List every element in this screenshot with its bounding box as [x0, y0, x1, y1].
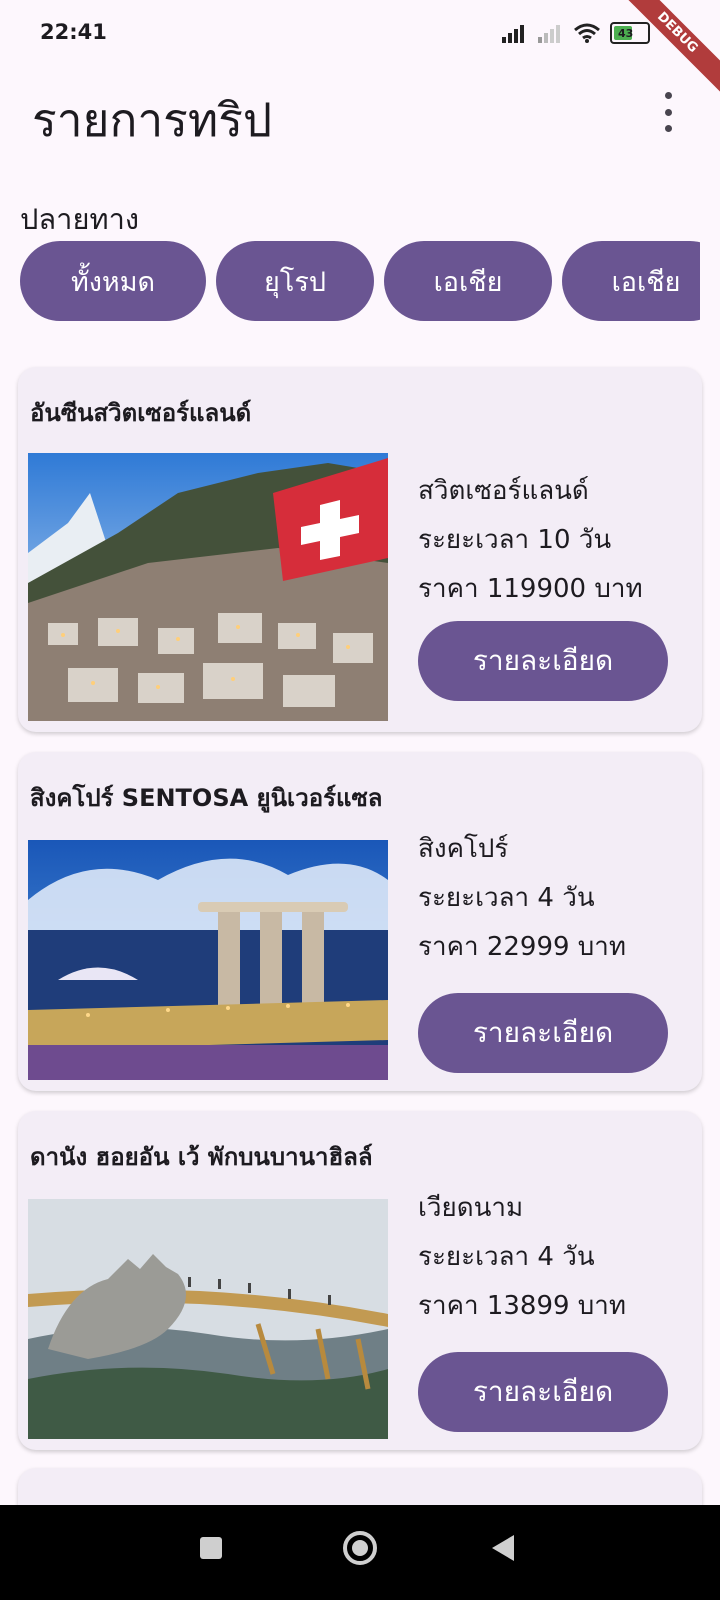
trip-card[interactable]: สิงคโปร์ SENTOSA ยูนิเวอร์แซล สิงคโปร์ ร… [18, 752, 702, 1091]
trip-duration: ระยะเวลา 10 วัน [418, 525, 612, 555]
battery-level: 43 [618, 26, 634, 40]
status-time: 22:41 [40, 20, 107, 44]
trip-duration: ระยะเวลา 4 วัน [418, 883, 595, 913]
chip-asia-2[interactable]: เอเชีย [562, 241, 700, 321]
detail-button[interactable]: รายละเอียด [418, 993, 668, 1073]
trip-country: สวิตเซอร์แลนด์ [418, 476, 589, 506]
trip-price: ราคา 13899 บาท [418, 1291, 627, 1321]
trip-image [28, 840, 388, 1080]
trip-title: อันซีนสวิตเซอร์แลนด์ [30, 399, 252, 427]
status-icons: 43 [502, 22, 650, 44]
trip-title: ดานัง ฮอยอัน เว้ พักบนบานาฮิลล์ [30, 1143, 373, 1171]
home-icon[interactable] [343, 1531, 377, 1565]
signal-icon [502, 25, 524, 43]
chip-europe[interactable]: ยุโรป [216, 241, 374, 321]
more-options-icon[interactable] [656, 92, 680, 132]
system-nav-bar [0, 1505, 720, 1600]
trip-card[interactable]: ดานัง ฮอยอัน เว้ พักบนบานาฮิลล์ เวียดนาม… [18, 1111, 702, 1450]
trip-info: สวิตเซอร์แลนด์ ระยะเวลา 10 วัน ราคา 1199… [418, 467, 643, 614]
destination-label: ปลายทาง [20, 202, 140, 236]
trip-info: เวียดนาม ระยะเวลา 4 วัน ราคา 13899 บาท [418, 1184, 626, 1331]
trip-image [28, 1199, 388, 1439]
wifi-icon [574, 23, 600, 43]
recents-icon[interactable] [200, 1537, 222, 1559]
trip-price: ราคา 119900 บาท [418, 574, 643, 604]
signal-weak-icon [538, 25, 560, 43]
trip-price: ราคา 22999 บาท [418, 932, 627, 962]
app-bar: รายการทริป [0, 70, 720, 170]
battery-icon: 43 [610, 22, 650, 44]
trip-info: สิงคโปร์ ระยะเวลา 4 วัน ราคา 22999 บาท [418, 825, 626, 972]
status-bar: 22:41 43 DEBUG [0, 0, 720, 101]
back-icon[interactable] [492, 1535, 514, 1561]
trip-country: เวียดนาม [418, 1193, 524, 1223]
trip-country: สิงคโปร์ [418, 834, 509, 864]
chip-asia[interactable]: เอเชีย [384, 241, 552, 321]
trip-title: สิงคโปร์ SENTOSA ยูนิเวอร์แซล [30, 784, 383, 812]
page-title: รายการทริป [32, 93, 273, 147]
detail-button[interactable]: รายละเอียด [418, 621, 668, 701]
chip-all[interactable]: ทั้งหมด [20, 241, 206, 321]
trip-image [28, 453, 388, 721]
destination-chip-row[interactable]: ทั้งหมด ยุโรป เอเชีย เอเชีย [20, 241, 700, 321]
trip-duration: ระยะเวลา 4 วัน [418, 1242, 595, 1272]
trip-card[interactable]: อันซีนสวิตเซอร์แลนด์ สวิตเซอร์แลนด์ ระยะ… [18, 367, 702, 732]
detail-button[interactable]: รายละเอียด [418, 1352, 668, 1432]
